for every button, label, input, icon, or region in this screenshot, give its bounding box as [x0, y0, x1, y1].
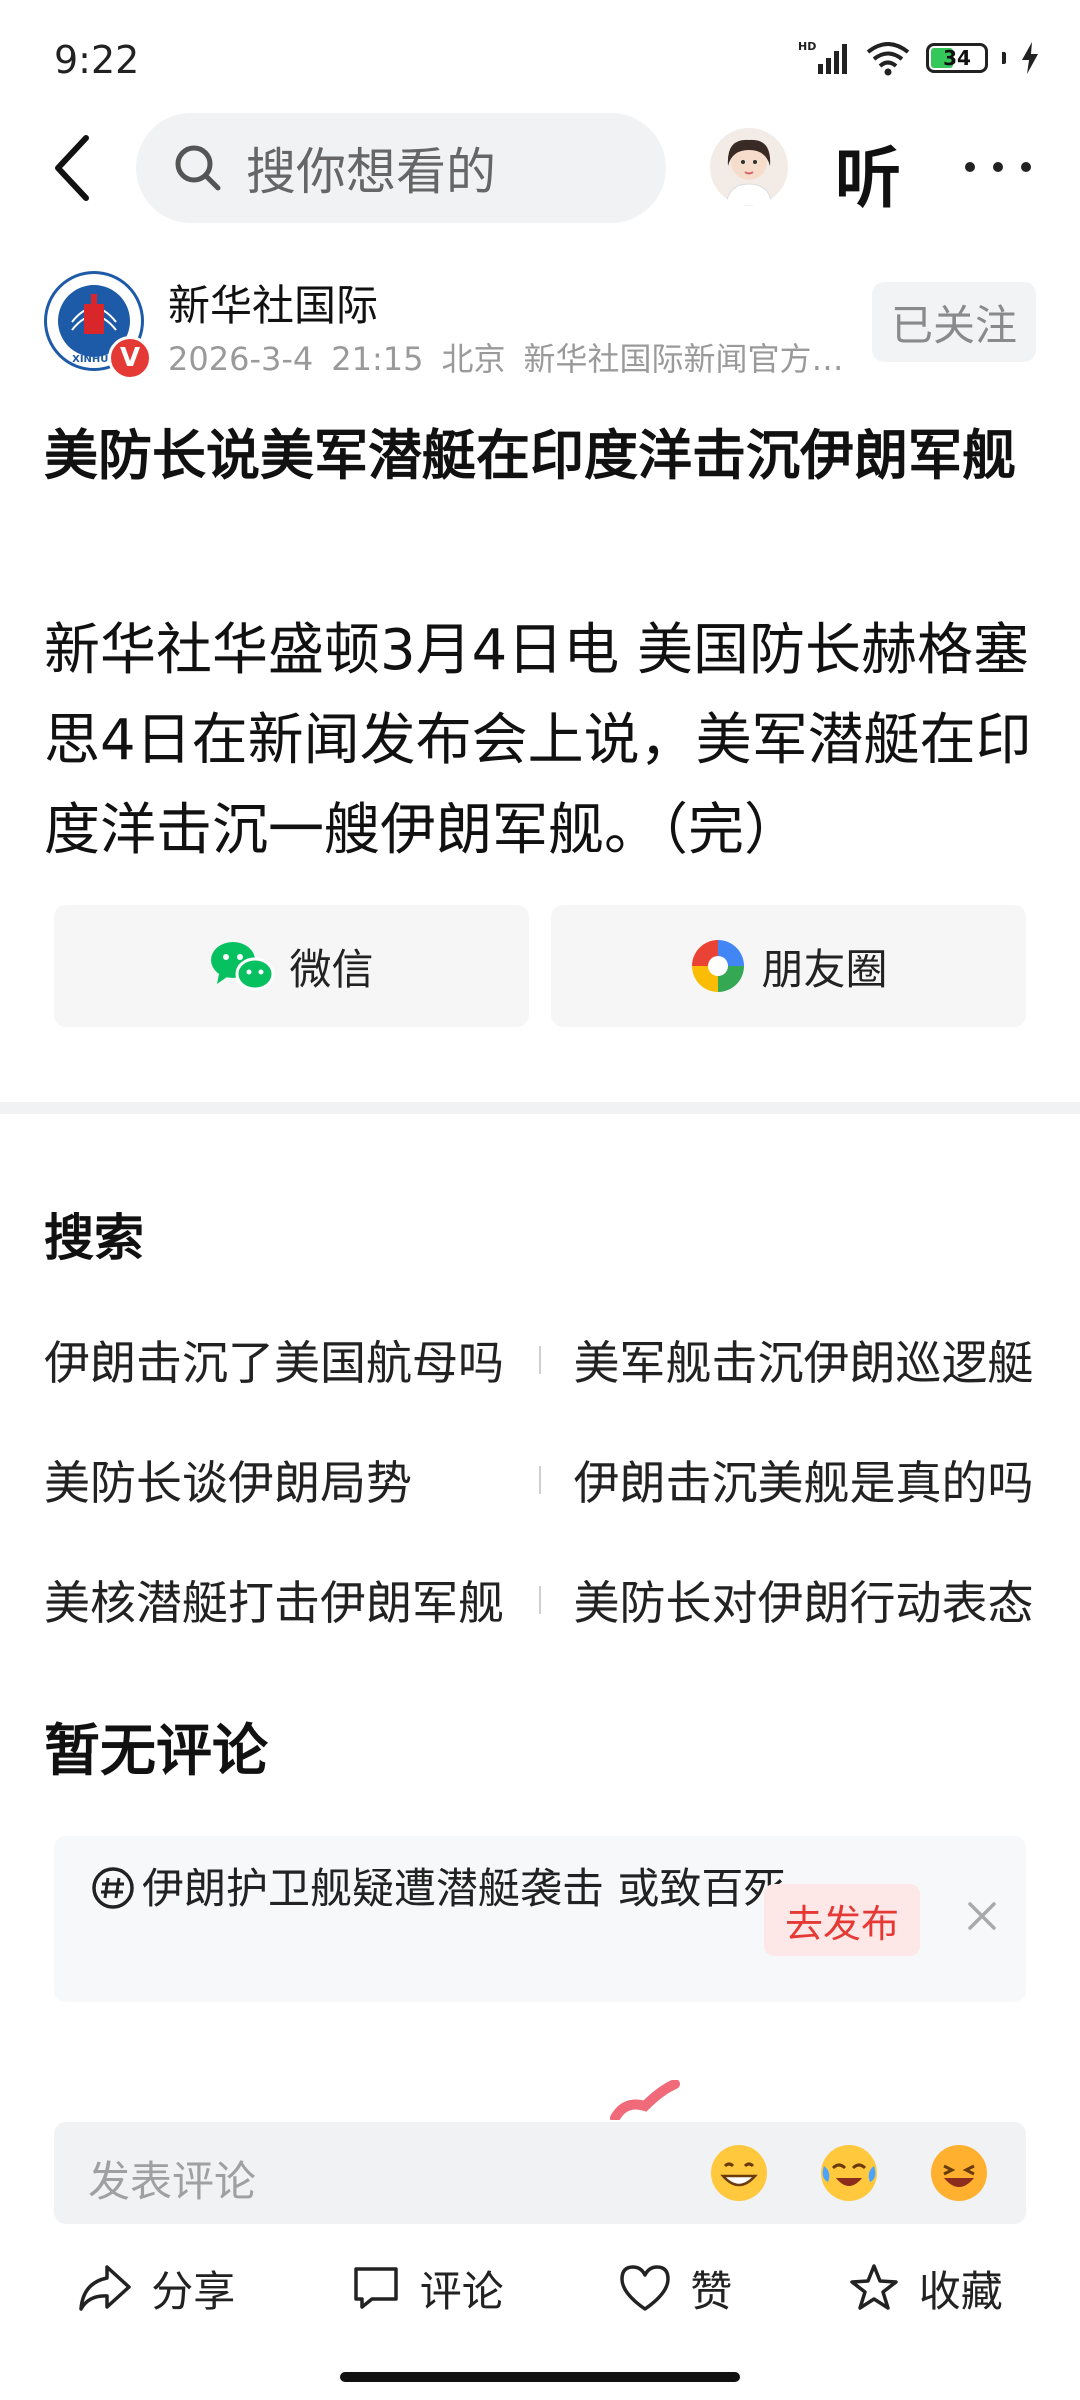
search-suggestion-item[interactable]: 美防长谈伊朗局势 [44, 1447, 515, 1513]
section-divider [0, 1102, 1080, 1114]
author-name[interactable]: 新华社国际 [168, 272, 378, 333]
comment-button[interactable]: 评论 [350, 2258, 504, 2319]
avatar-icon [725, 139, 773, 206]
comment-label: 评论 [419, 2266, 504, 2316]
no-comments-label: 暂无评论 [44, 1719, 268, 1784]
hashtag-icon [92, 1867, 134, 1909]
share-wechat-label: 微信 [289, 944, 374, 994]
verified-badge-icon: V [108, 336, 152, 380]
like-label: 赞 [690, 2266, 733, 2316]
topic-card: 伊朗护卫舰疑遭潜艇袭击 或致百死 去发布 [54, 1836, 1026, 2002]
search-suggestion-item[interactable]: 美核潜艇打击伊朗军舰 [44, 1567, 515, 1633]
author-meta: 2026-3-4 21:15 北京 新华社国际新闻官方账... [168, 334, 858, 380]
status-bar: 9:22 HD 34 [0, 0, 1080, 110]
bottom-action-bar: 分享 评论 赞 收藏 [0, 2238, 1080, 2338]
back-icon[interactable] [40, 128, 110, 208]
wechat-icon [211, 942, 275, 991]
favorite-button[interactable]: 收藏 [847, 2258, 1003, 2319]
topic-text[interactable]: 伊朗护卫舰疑遭潜艇袭击 或致百死 [90, 1860, 790, 1918]
search-suggestion-item[interactable]: 美防长对伊朗行动表态 [573, 1567, 1044, 1633]
follow-button[interactable]: 已关注 [872, 282, 1036, 362]
post-location: 北京 [441, 340, 506, 378]
search-icon [175, 145, 221, 191]
author-description: 新华社国际新闻官方账... [523, 340, 858, 378]
comment-icon [353, 2267, 398, 2309]
wifi-icon [866, 42, 910, 76]
grin-emoji-icon[interactable] [708, 2142, 770, 2204]
close-icon[interactable] [958, 1892, 1006, 1940]
charging-icon [1022, 42, 1038, 74]
search-suggestion-item[interactable]: 美军舰击沉伊朗巡逻艇 [573, 1327, 1044, 1393]
signal-icon: HD [798, 40, 847, 74]
publish-button[interactable]: 去发布 [764, 1884, 920, 1956]
share-button[interactable]: 分享 [77, 2258, 235, 2319]
like-button[interactable]: 赞 [618, 2258, 732, 2319]
share-label: 分享 [151, 2266, 236, 2316]
share-row: 微信 朋友圈 [54, 905, 1026, 1027]
battery-icon: 34 [926, 43, 988, 73]
share-icon [79, 2265, 131, 2311]
laugh-emoji-icon[interactable] [928, 2142, 990, 2204]
post-date: 2026-3-4 [168, 340, 314, 378]
listen-button[interactable]: 听 [835, 125, 901, 221]
home-indicator[interactable] [340, 2372, 740, 2382]
search-suggestions: 伊朗击沉了美国航母吗 美军舰击沉伊朗巡逻艇 美防长谈伊朗局势 伊朗击沉美舰是真的… [44, 1300, 1044, 1660]
search-placeholder: 搜你想看的 [246, 143, 496, 201]
decoration-icon [610, 2080, 680, 2120]
moments-icon [692, 940, 745, 992]
search-bar[interactable]: 搜你想看的 [136, 113, 666, 223]
article-body: 新华社华盛顿3月4日电 美国防长赫格塞思4日在新闻发布会上说，美军潜艇在印度洋击… [44, 618, 1032, 863]
search-section-title: 搜索 [44, 1209, 144, 1267]
share-wechat-button[interactable]: 微信 [54, 905, 529, 1027]
top-nav: 搜你想看的 听 [0, 110, 1080, 225]
article-title: 美防长说美军潜艇在印度洋击沉伊朗军舰 [44, 424, 1016, 487]
status-icons: HD 34 [798, 40, 1040, 76]
status-time: 9:22 [54, 38, 140, 82]
heart-icon [620, 2265, 670, 2311]
battery-level: 34 [943, 46, 971, 70]
share-moments-label: 朋友圈 [761, 944, 888, 994]
topic-title: 伊朗护卫舰疑遭潜艇袭击 或致百死 [142, 1864, 786, 1913]
comment-input[interactable]: 发表评论 [54, 2122, 1026, 2224]
star-icon [849, 2264, 898, 2310]
avatar[interactable] [710, 128, 788, 206]
post-time: 21:15 [331, 340, 424, 378]
search-suggestion-item[interactable]: 伊朗击沉美舰是真的吗 [573, 1447, 1044, 1513]
author-row: XINHUA V 新华社国际 2026-3-4 21:15 北京 新华社国际新闻官方账… [0, 268, 1080, 380]
svg-text:HD: HD [798, 40, 816, 53]
cry-laugh-emoji-icon[interactable] [818, 2142, 880, 2204]
share-moments-button[interactable]: 朋友圈 [551, 905, 1026, 1027]
more-icon[interactable] [958, 152, 1038, 182]
search-suggestion-item[interactable]: 伊朗击沉了美国航母吗 [44, 1327, 515, 1393]
favorite-label: 收藏 [918, 2266, 1003, 2316]
comment-placeholder: 发表评论 [88, 2157, 257, 2206]
